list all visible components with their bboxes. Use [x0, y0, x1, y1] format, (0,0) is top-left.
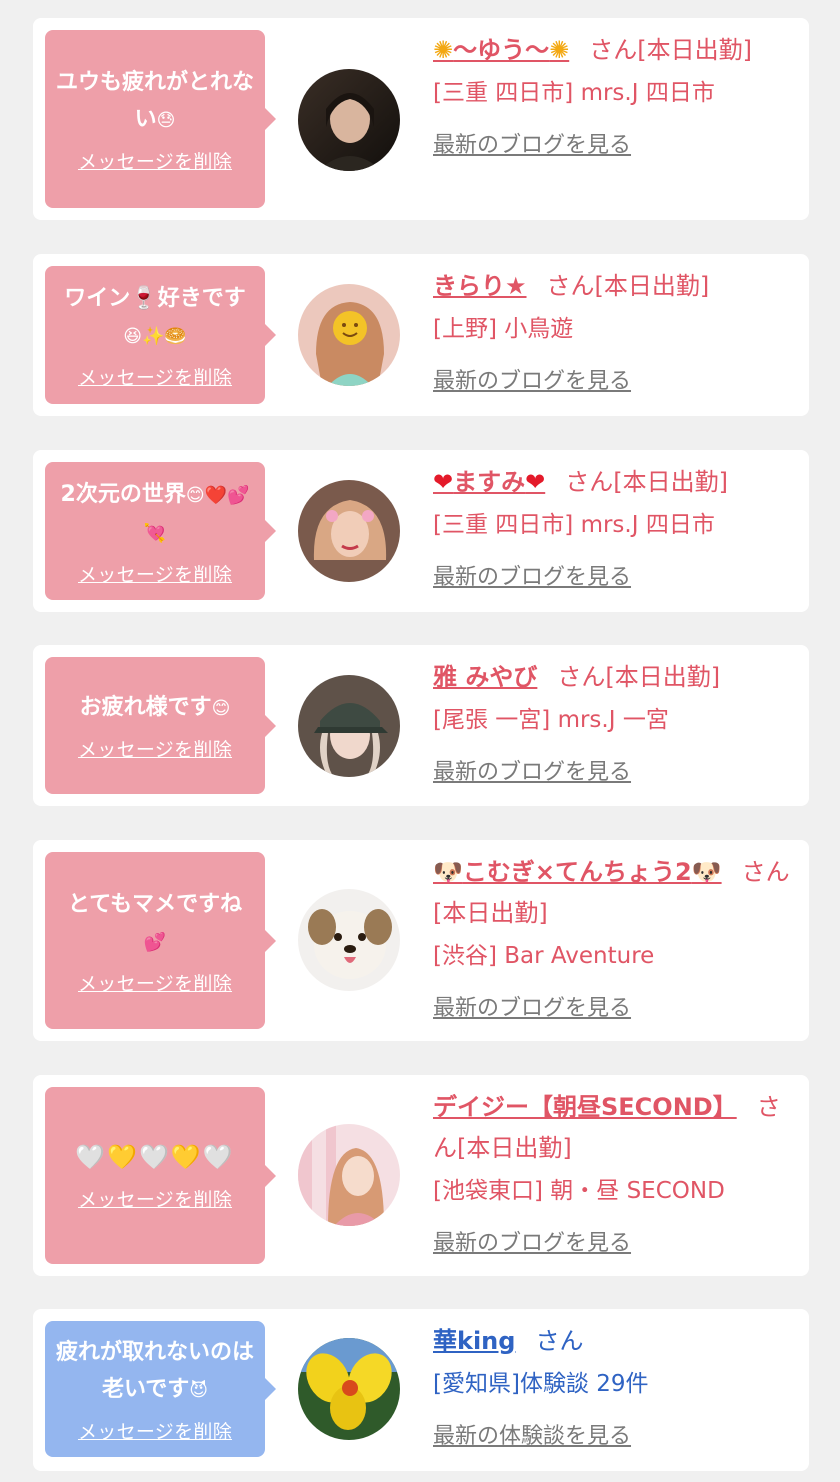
status-text: [本日出勤]	[433, 899, 548, 927]
latest-blog-link[interactable]: 最新のブログを見る	[433, 363, 631, 395]
message-text: お疲れ様です😊	[79, 695, 231, 720]
message-bubble: とてもマメですね 💕 メッセージを削除	[45, 852, 276, 1029]
name-suffix: さん	[565, 468, 614, 496]
status-text: [本日出勤]	[637, 36, 752, 64]
avatar[interactable]	[298, 889, 400, 991]
heart-icon: ❤	[525, 468, 546, 496]
message-bubble: ワイン🍷好きです 😆✨🥯 メッセージを削除	[45, 266, 276, 404]
name-suffix: さん	[589, 36, 638, 64]
latest-blog-link[interactable]: 最新のブログを見る	[433, 1225, 631, 1257]
message-text: 疲れが取れないのは老いです😈	[55, 1340, 254, 1402]
dog-face-icon: 🐶	[691, 858, 722, 886]
latest-review-link[interactable]: 最新の体験談を見る	[433, 1418, 631, 1450]
latest-blog-link[interactable]: 最新のブログを見る	[433, 127, 631, 159]
name-suffix: さん	[535, 1327, 584, 1355]
reviewer-name-link[interactable]: 華king	[433, 1327, 515, 1355]
shop-info: [池袋東口] 朝・昼 SECOND	[433, 1178, 725, 1204]
shop-info: [上野] 小鳥遊	[433, 316, 574, 342]
message-bubble: 2次元の世界😊❤️💕💘 メッセージを削除	[45, 462, 276, 600]
message-bubble: 疲れが取れないのは老いです😈 メッセージを削除	[45, 1321, 276, 1457]
shop-info: [三重 四日市] mrs.J 四日市	[433, 512, 715, 538]
message-emoji: 😈	[189, 1380, 209, 1401]
message-emoji: 🤍💛🤍💛🤍	[75, 1143, 235, 1171]
message-text: とてもマメですね 💕	[67, 891, 243, 953]
avatar[interactable]	[298, 284, 400, 386]
message-bubble: ユウも疲れがとれない😓 メッセージを削除	[45, 30, 276, 208]
delete-message-link[interactable]: メッセージを削除	[78, 1185, 232, 1212]
status-text: [本日出勤]	[613, 468, 728, 496]
latest-blog-link[interactable]: 最新のブログを見る	[433, 754, 631, 786]
name-suffix: さん	[741, 858, 790, 886]
delete-message-link[interactable]: メッセージを削除	[78, 147, 232, 174]
message-emoji: 😓	[156, 110, 176, 131]
message-text: ワイン🍷好きです 😆✨🥯	[64, 286, 246, 347]
latest-blog-link[interactable]: 最新のブログを見る	[433, 990, 631, 1022]
avatar[interactable]	[298, 1124, 400, 1226]
delete-message-link[interactable]: メッセージを削除	[78, 560, 232, 587]
cast-name-link[interactable]: ✺〜ゆう〜✺	[433, 36, 569, 64]
latest-blog-link[interactable]: 最新のブログを見る	[433, 559, 631, 591]
delete-message-link[interactable]: メッセージを削除	[78, 735, 232, 762]
message-card: ユウも疲れがとれない😓 メッセージを削除 ✺〜ゆう〜✺ さん[本日出勤] [三重 …	[33, 18, 809, 220]
name-suffix: さん	[557, 663, 606, 691]
delete-message-link[interactable]: メッセージを削除	[78, 969, 232, 996]
shop-info: [尾張 一宮] mrs.J 一宮	[433, 707, 669, 733]
shop-info: [三重 四日市] mrs.J 四日市	[433, 80, 715, 106]
message-bubble: 🤍💛🤍💛🤍 メッセージを削除	[45, 1087, 276, 1264]
message-card: 2次元の世界😊❤️💕💘 メッセージを削除 ❤ますみ❤ さん[本日出勤] [三重 四…	[33, 450, 809, 612]
message-emoji: 💕	[143, 931, 167, 953]
sunflower-icon: ✺	[549, 36, 570, 64]
review-count-info: [愛知県]体験談 29件	[433, 1371, 649, 1397]
message-bubble: お疲れ様です😊 メッセージを削除	[45, 657, 276, 794]
delete-message-link[interactable]: メッセージを削除	[78, 1417, 232, 1444]
message-card: お疲れ様です😊 メッセージを削除 雅 みやび さん[本日出勤] [尾張 一宮] m…	[33, 645, 809, 806]
status-text: [本日出勤]	[594, 272, 710, 300]
cast-name-link[interactable]: 雅 みやび	[433, 663, 537, 691]
shop-info: [渋谷] Bar Aventure	[433, 943, 655, 969]
message-text: ユウも疲れがとれない😓	[55, 70, 254, 132]
cast-name-link[interactable]: きらり★	[433, 272, 527, 300]
message-card: とてもマメですね 💕 メッセージを削除 🐶こむぎ×てんちょう2🐶 さん[本日出勤] …	[33, 840, 809, 1041]
message-card: 🤍💛🤍💛🤍 メッセージを削除 デイジー【朝昼SECOND】 さん[本日出勤] [池…	[33, 1075, 809, 1276]
avatar[interactable]	[298, 69, 400, 171]
message-emoji: 😆✨🥯	[123, 326, 187, 347]
heart-icon: ❤	[433, 468, 454, 496]
message-card: 疲れが取れないのは老いです😈 メッセージを削除 華king さん [愛知県]体験談…	[33, 1309, 809, 1471]
name-suffix: さん	[546, 272, 595, 300]
delete-message-link[interactable]: メッセージを削除	[78, 363, 232, 390]
message-emoji: 😊	[211, 698, 231, 719]
avatar[interactable]	[298, 1338, 400, 1440]
cast-name-link[interactable]: ❤ますみ❤	[433, 468, 545, 496]
avatar[interactable]	[298, 480, 400, 582]
status-text: [本日出勤]	[457, 1134, 572, 1162]
status-text: [本日出勤]	[605, 663, 721, 691]
dog-face-icon: 🐶	[433, 858, 463, 886]
cast-name-link[interactable]: 🐶こむぎ×てんちょう2🐶	[433, 858, 722, 886]
cast-name-link[interactable]: デイジー【朝昼SECOND】	[433, 1093, 737, 1121]
message-list: ユウも疲れがとれない😓 メッセージを削除 ✺〜ゆう〜✺ さん[本日出勤] [三重 …	[0, 0, 840, 1482]
message-card: ワイン🍷好きです 😆✨🥯 メッセージを削除 きらり★ さん[本日出勤] [上野] 小…	[33, 254, 809, 416]
sunflower-icon: ✺	[433, 36, 454, 64]
message-text: 🤍💛🤍💛🤍	[67, 1139, 242, 1177]
message-text: 2次元の世界😊❤️💕💘	[60, 481, 250, 544]
avatar[interactable]	[298, 675, 400, 777]
